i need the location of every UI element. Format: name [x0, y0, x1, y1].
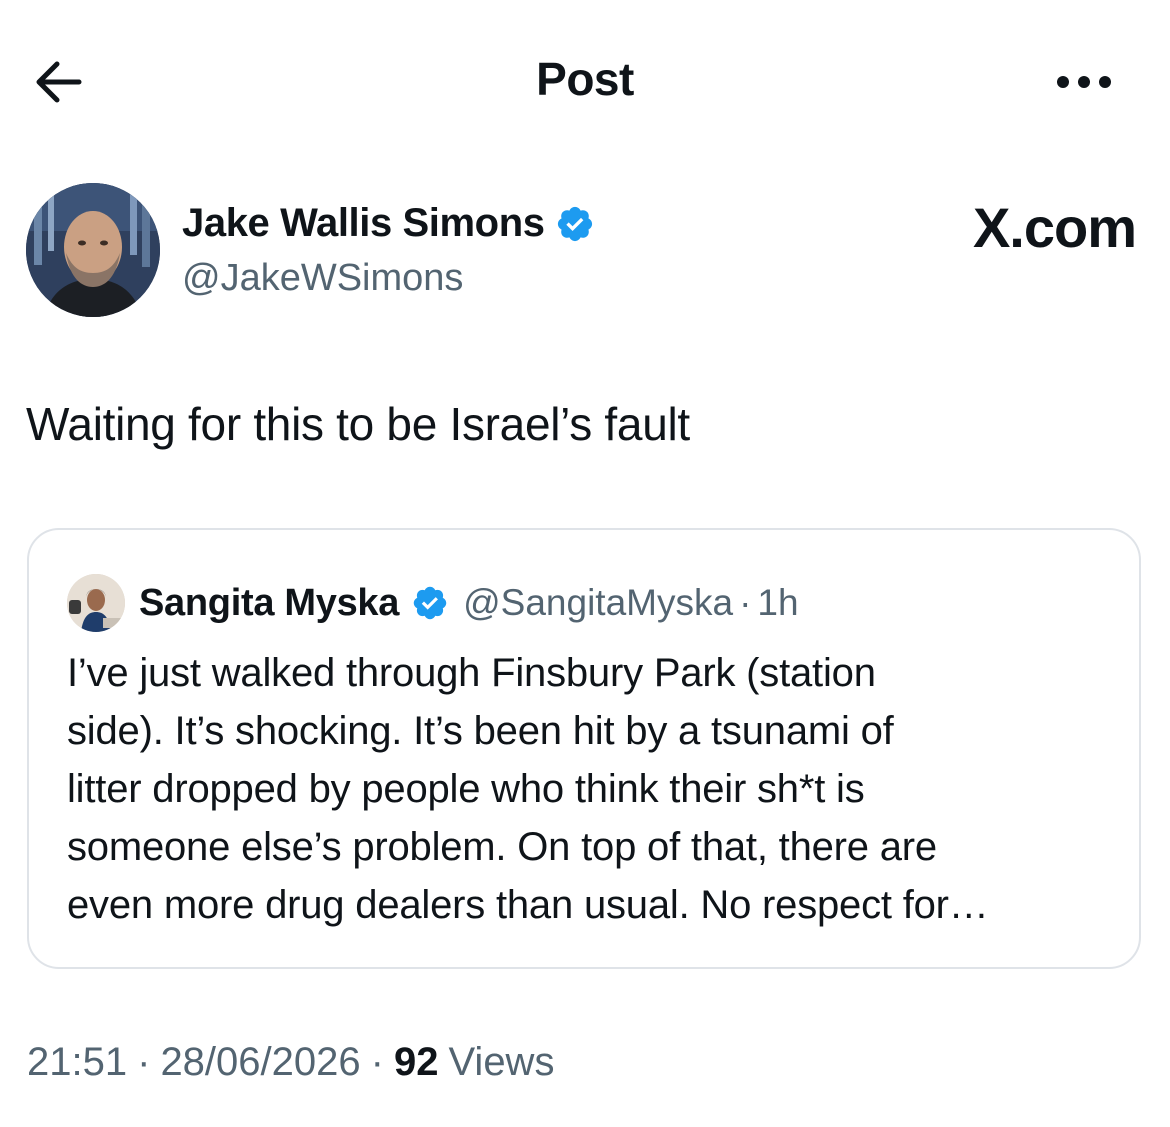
more-horizontal-icon: [1057, 76, 1069, 88]
post-date[interactable]: 28/06/2026: [160, 1040, 360, 1085]
quoted-post-line: I’ve just walked through Finsbury Park (…: [67, 651, 876, 695]
verified-badge-icon: [557, 206, 592, 241]
quoted-post-line: side). It’s shocking. It’s been hit by a…: [67, 709, 894, 753]
quoted-post-line: even more drug dealers than usual. No re…: [67, 883, 989, 927]
post-author: Jake Wallis Simons @JakeWSimons X.com: [26, 183, 1144, 323]
quoted-post-line: litter dropped by people who think their…: [67, 767, 865, 811]
quoted-post-time: 1h: [757, 582, 799, 623]
views-label: Views: [448, 1040, 555, 1084]
quoted-author-handle: @SangitaMyska: [463, 582, 734, 623]
author-handle[interactable]: @JakeWSimons: [182, 257, 463, 300]
post-metadata: 21:51 · 28/06/2026 · 92 Views: [27, 1040, 554, 1085]
separator: ·: [137, 1040, 151, 1084]
author-avatar[interactable]: [26, 183, 160, 317]
quoted-post-text: I’ve just walked through Finsbury Park (…: [67, 644, 1107, 934]
page-title: Post: [536, 53, 634, 105]
author-name[interactable]: Jake Wallis Simons: [182, 201, 545, 246]
quoted-author-avatar: [67, 574, 125, 632]
top-bar: Post: [0, 0, 1170, 165]
post-time[interactable]: 21:51: [27, 1040, 127, 1085]
more-options-button[interactable]: [1048, 56, 1120, 108]
views-count: 92: [393, 1040, 439, 1084]
quoted-post[interactable]: Sangita Myska @SangitaMyska · 1h I’ve ju…: [27, 528, 1141, 969]
quoted-post-line: someone else’s problem. On top of that, …: [67, 825, 937, 869]
quoted-author-name: Sangita Myska: [139, 581, 400, 624]
separator: ·: [370, 1040, 384, 1084]
separator: ·: [739, 582, 752, 623]
verified-badge-icon: [413, 586, 447, 620]
site-watermark: X.com: [972, 196, 1137, 259]
post-text: Waiting for this to be Israel’s fault: [26, 398, 690, 450]
quoted-post-header: Sangita Myska @SangitaMyska · 1h: [67, 574, 799, 632]
